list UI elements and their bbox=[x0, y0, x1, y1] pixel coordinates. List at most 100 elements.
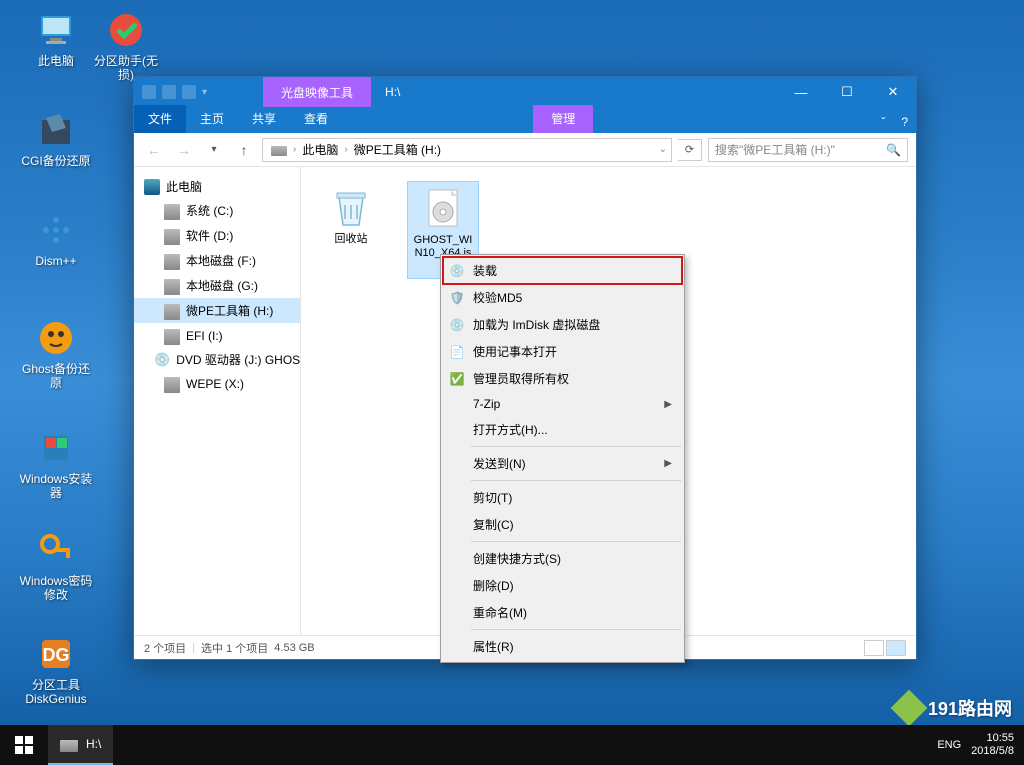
view-details-button[interactable] bbox=[864, 640, 884, 656]
status-selection: 选中 1 个项目 bbox=[201, 640, 268, 656]
submenu-arrow-icon: ▶ bbox=[664, 399, 672, 410]
help-icon[interactable]: ? bbox=[893, 111, 916, 133]
desktop-icon-key[interactable]: Windows密码修改 bbox=[18, 530, 94, 603]
cgi-icon bbox=[36, 110, 76, 150]
tree-item-label: 微PE工具箱 (H:) bbox=[186, 302, 273, 319]
recent-locations-button[interactable]: ▾ bbox=[202, 138, 226, 162]
desktop-icon-wininst[interactable]: Windows安装器 bbox=[18, 428, 94, 501]
shield-y-icon: 🛡️ bbox=[449, 290, 465, 306]
menu-item[interactable]: ✅管理员取得所有权 bbox=[443, 365, 682, 392]
tray-clock[interactable]: 10:55 2018/5/8 bbox=[971, 732, 1014, 758]
refresh-button[interactable]: ⟳ bbox=[678, 139, 702, 161]
menu-item[interactable]: 📄使用记事本打开 bbox=[443, 338, 682, 365]
menu-item[interactable]: 创建快捷方式(S) bbox=[443, 545, 682, 572]
submenu-arrow-icon: ▶ bbox=[664, 458, 672, 469]
desktop-icon-label: Dism++ bbox=[18, 254, 94, 268]
drive-icon bbox=[164, 204, 180, 220]
taskbar[interactable]: H:\ ENG 10:55 2018/5/8 bbox=[0, 725, 1024, 765]
menu-item[interactable]: 发送到(N) ▶ bbox=[443, 450, 682, 477]
desktop-icon-ghost[interactable]: Ghost备份还原 bbox=[18, 318, 94, 391]
drive-icon bbox=[164, 279, 180, 295]
qat-icon[interactable] bbox=[142, 85, 156, 99]
tree-item[interactable]: 软件 (D:) bbox=[134, 223, 300, 248]
desktop[interactable]: 此电脑分区助手(无损)CGI备份还原Dism++Ghost备份还原Windows… bbox=[0, 0, 1024, 765]
pc-icon bbox=[144, 179, 160, 195]
close-button[interactable]: ✕ bbox=[870, 77, 916, 107]
forward-button[interactable]: → bbox=[172, 138, 196, 162]
menu-item[interactable]: 7-Zip▶ bbox=[443, 392, 682, 416]
menu-item[interactable]: 剪切(T) bbox=[443, 484, 682, 511]
drive-icon bbox=[164, 304, 180, 320]
watermark: 191路由网 bbox=[896, 695, 1012, 721]
tab-home[interactable]: 主页 bbox=[186, 105, 238, 133]
disc-icon: 💿 bbox=[449, 317, 465, 333]
desktop-icon-label: Windows密码修改 bbox=[18, 574, 94, 603]
menu-item[interactable]: 💿装载 bbox=[443, 257, 682, 284]
tray-lang[interactable]: ENG bbox=[937, 739, 961, 751]
desktop-icon-partassist[interactable]: 分区助手(无损) bbox=[88, 10, 164, 83]
menu-item-label: 创建快捷方式(S) bbox=[473, 550, 561, 567]
tab-manage[interactable]: 管理 bbox=[533, 105, 593, 133]
svg-text:DG: DG bbox=[43, 645, 70, 665]
tree-item[interactable]: 本地磁盘 (G:) bbox=[134, 273, 300, 298]
menu-item[interactable]: 🛡️ 校验MD5 bbox=[443, 284, 682, 311]
tab-share[interactable]: 共享 bbox=[238, 105, 290, 133]
tab-file[interactable]: 文件 bbox=[134, 105, 186, 133]
wininst-icon bbox=[36, 428, 76, 468]
tree-item[interactable]: 本地磁盘 (F:) bbox=[134, 248, 300, 273]
watermark-logo-icon bbox=[891, 690, 928, 727]
tree-item[interactable]: 💿DVD 驱动器 (J:) GHOST bbox=[134, 348, 300, 371]
qat-icon[interactable] bbox=[162, 85, 176, 99]
file-item[interactable]: 回收站 bbox=[315, 181, 387, 250]
system-tray[interactable]: ENG 10:55 2018/5/8 bbox=[927, 732, 1024, 758]
tab-view[interactable]: 查看 bbox=[290, 105, 342, 133]
tree-item[interactable]: EFI (I:) bbox=[134, 323, 300, 348]
drive-icon bbox=[164, 329, 180, 345]
status-count: 2 个项目 bbox=[144, 640, 186, 656]
menu-item[interactable]: 复制(C) bbox=[443, 511, 682, 538]
tree-item[interactable]: WEPE (X:) bbox=[134, 371, 300, 396]
menu-item[interactable]: 💿加载为 ImDisk 虚拟磁盘 bbox=[443, 311, 682, 338]
breadcrumb[interactable]: › 此电脑 › 微PE工具箱 (H:) ⌄ bbox=[262, 138, 672, 162]
qat-icon[interactable] bbox=[182, 85, 196, 99]
search-input[interactable]: 搜索"微PE工具箱 (H:)" 🔍 bbox=[708, 138, 908, 162]
tree-item[interactable]: 系统 (C:) bbox=[134, 198, 300, 223]
breadcrumb-segment[interactable]: 此电脑 bbox=[298, 141, 342, 158]
dism-icon bbox=[36, 210, 76, 250]
menu-item-label: 发送到(N) bbox=[473, 455, 526, 472]
menu-item-label: 管理员取得所有权 bbox=[473, 370, 569, 387]
up-button[interactable]: ↑ bbox=[232, 138, 256, 162]
ribbon-tabs: 文件 主页 共享 查看 管理 ˇ ? bbox=[134, 107, 916, 133]
menu-item-label: 删除(D) bbox=[473, 577, 514, 594]
desktop-icon-cgi[interactable]: CGI备份还原 bbox=[18, 110, 94, 168]
view-icons-button[interactable] bbox=[886, 640, 906, 656]
desktop-icon-dism[interactable]: Dism++ bbox=[18, 210, 94, 268]
menu-item[interactable]: 打开方式(H)... bbox=[443, 416, 682, 443]
back-button[interactable]: ← bbox=[142, 138, 166, 162]
tree-item-label: 软件 (D:) bbox=[186, 227, 233, 244]
tree-item-label: 此电脑 bbox=[166, 178, 202, 195]
minimize-button[interactable]: — bbox=[778, 77, 824, 107]
nav-tree[interactable]: 此电脑系统 (C:) 软件 (D:) 本地磁盘 (F:) 本地磁盘 (G:) 微PE工具… bbox=[134, 167, 301, 635]
breadcrumb-segment[interactable]: 微PE工具箱 (H:) bbox=[350, 141, 445, 158]
windows-logo-icon bbox=[15, 736, 33, 754]
drive-icon bbox=[164, 229, 180, 245]
tree-item-label: 本地磁盘 (G:) bbox=[186, 277, 258, 294]
tree-item[interactable]: 微PE工具箱 (H:) bbox=[134, 298, 300, 323]
menu-item[interactable]: 重命名(M) bbox=[443, 599, 682, 626]
ribbon-collapse-icon[interactable]: ˇ bbox=[873, 111, 893, 133]
titlebar[interactable]: ▾ 光盘映像工具 H:\ — ☐ ✕ bbox=[134, 77, 916, 107]
desktop-icon-label: 此电脑 bbox=[18, 54, 94, 68]
tree-item-label: 本地磁盘 (F:) bbox=[186, 252, 256, 269]
desktop-icon-pc[interactable]: 此电脑 bbox=[18, 10, 94, 68]
maximize-button[interactable]: ☐ bbox=[824, 77, 870, 107]
desktop-icon-diskgenius[interactable]: DG分区工具DiskGenius bbox=[18, 634, 94, 707]
menu-item-label: 校验MD5 bbox=[473, 289, 522, 306]
file-name: 回收站 bbox=[319, 233, 383, 246]
taskbar-item-explorer[interactable]: H:\ bbox=[48, 725, 113, 765]
tree-item[interactable]: 此电脑 bbox=[134, 175, 300, 198]
recycle-icon bbox=[329, 185, 373, 229]
menu-item[interactable]: 属性(R) bbox=[443, 633, 682, 660]
start-button[interactable] bbox=[0, 725, 48, 765]
menu-item[interactable]: 删除(D) bbox=[443, 572, 682, 599]
